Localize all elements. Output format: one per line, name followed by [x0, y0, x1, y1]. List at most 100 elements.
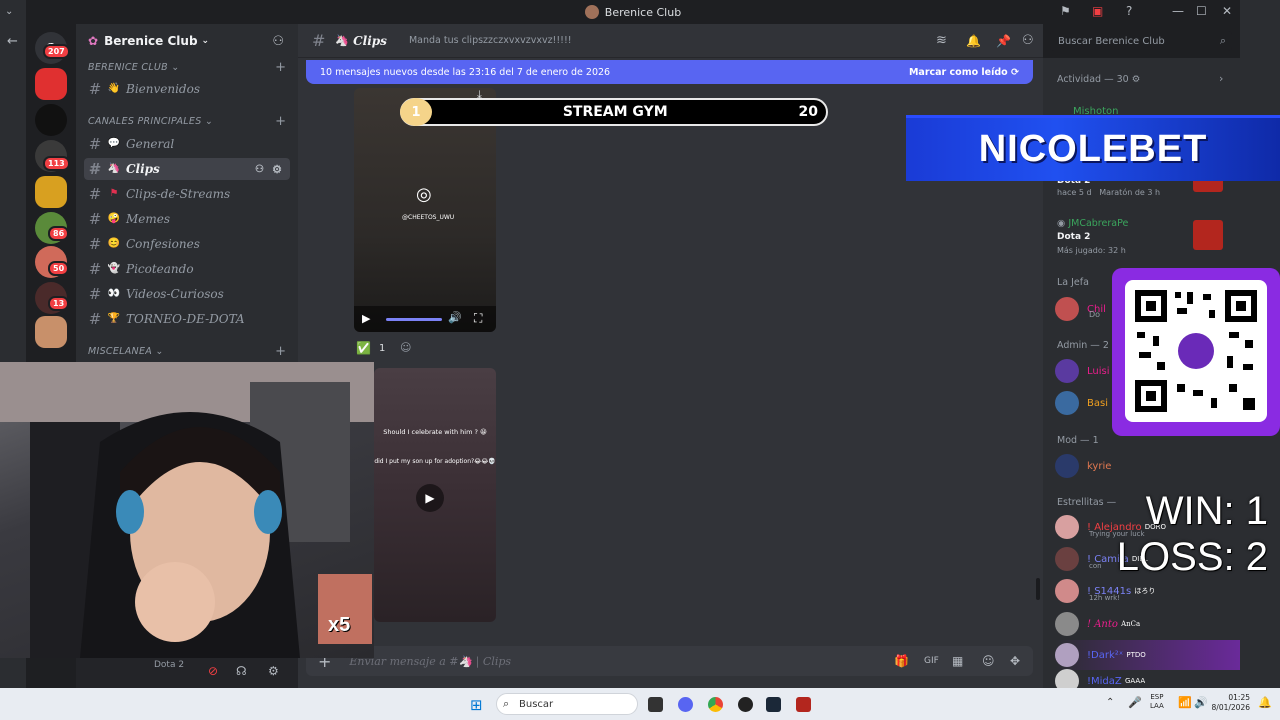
channel-topic[interactable]: Manda tus clipszzczxvxvzvxvz!!!!! [409, 35, 572, 46]
server-badge-50: 50 [48, 261, 70, 276]
help-icon[interactable]: ? [1126, 4, 1132, 18]
dota-taskbar-icon[interactable] [796, 697, 811, 712]
member-admin-2[interactable]: Basi [1055, 388, 1108, 418]
channel-label: Memes [126, 212, 171, 226]
add-reaction-icon[interactable]: ☺ [400, 341, 411, 354]
language-indicator[interactable]: ESP LAA [1150, 693, 1164, 711]
hash-icon: # [88, 160, 102, 178]
member-estrellita-4[interactable]: ! Anto AnCa [1055, 609, 1140, 639]
channel-picoteando[interactable]: # 👻 Picoteando [84, 258, 290, 280]
hash-icon: # [88, 260, 102, 278]
server-badge-86: 86 [48, 226, 70, 241]
server-icon-gold[interactable] [35, 176, 67, 208]
screen-share-icon[interactable]: ▣ [1092, 4, 1103, 18]
channel-clips-de-streams[interactable]: # ⚑ Clips-de-Streams [84, 183, 290, 205]
volume-icon[interactable]: 🔊 [1194, 696, 1208, 709]
gear-icon[interactable]: ⚙ [268, 664, 279, 678]
obs-icon[interactable] [738, 697, 753, 712]
server-icon-berenice[interactable] [35, 316, 67, 348]
flag-icon[interactable]: ⚑ [1060, 4, 1071, 18]
volume-slider[interactable] [386, 318, 442, 321]
channel-torneo-de-dota[interactable]: # 🏆 TORNEO-DE-DOTA [84, 308, 290, 330]
mute-icon[interactable]: ⊘ [208, 664, 218, 678]
gear-icon[interactable]: ⚙ [1132, 74, 1141, 85]
apps-icon[interactable]: ✥ [1010, 654, 1020, 668]
bell-icon[interactable]: 🔔 [966, 34, 981, 48]
server-header[interactable]: ✿ Berenice Club ⌄ ⚇ [76, 24, 298, 58]
member-name: !Dark²ˣ [1087, 649, 1124, 661]
emoji-icon[interactable]: ☺ [982, 654, 995, 668]
stream-gym-left-count: 1 [400, 98, 432, 126]
video-attachment-2[interactable]: Should I celebrate with him ? 😀 did I pu… [374, 368, 496, 622]
threads-icon[interactable]: ≋ [936, 33, 947, 48]
discord-taskbar-icon[interactable] [678, 697, 693, 712]
clock[interactable]: 01:25 8/01/2026 [1210, 693, 1250, 713]
headphones-icon[interactable]: ☊ [236, 664, 247, 678]
taskbar: ⊞ ⌕ Buscar ⌃ 🎤 ESP LAA 📶 🔊 01:25 8/01/20… [0, 688, 1280, 720]
member-mod-kyrie[interactable]: kyrie [1055, 451, 1111, 481]
member-tag: ほろり [1134, 587, 1156, 595]
notification-bell-icon[interactable]: 🔔 [1258, 696, 1272, 709]
maximize-icon[interactable]: ☐ [1196, 4, 1207, 18]
channel-general[interactable]: # 💬 General [84, 133, 290, 155]
channel-clips[interactable]: # 🦄 Clips ⚇ ⚙ [84, 158, 290, 180]
members-icon[interactable]: ⚇ [1022, 33, 1034, 48]
laughing-face-icon: 🤪 [107, 213, 121, 224]
chrome-icon[interactable] [708, 697, 723, 712]
speech-bubble-icon: 💬 [107, 138, 121, 149]
category-miscelanea[interactable]: MISCELANEA ⌄ [88, 346, 164, 357]
reaction-check[interactable]: ✅ 1 [356, 340, 385, 356]
chevron-right-icon[interactable]: › [1219, 72, 1223, 85]
gear-icon[interactable]: ⚙ [272, 163, 282, 176]
scrollbar-thumb[interactable] [1036, 578, 1040, 600]
dota-icon [1193, 220, 1223, 250]
task-view-icon[interactable] [648, 697, 663, 712]
reaction-count: 1 [378, 342, 386, 354]
channel-confesiones[interactable]: # 😊 Confesiones [84, 233, 290, 255]
search-input[interactable]: Buscar Berenice Club ⌕ [1050, 31, 1232, 51]
gif-icon[interactable]: GIF [924, 656, 939, 666]
add-channel-icon[interactable]: + [275, 60, 286, 75]
chevron-up-icon[interactable]: ⌃ [1106, 697, 1114, 708]
new-messages-bar[interactable]: 10 mensajes nuevos desde las 23:16 del 7… [306, 60, 1033, 84]
keyboard-layout: LAA [1150, 702, 1164, 710]
server-icon-red[interactable] [35, 68, 67, 100]
wifi-icon[interactable]: 📶 [1178, 696, 1192, 709]
taskbar-search[interactable]: ⌕ Buscar [496, 693, 638, 715]
minimize-icon[interactable]: — [1172, 4, 1184, 18]
mark-read-button[interactable]: Marcar como leído ⟳ [909, 67, 1019, 78]
stream-gym-overlay: 1 STREAM GYM 20 [400, 98, 828, 126]
channel-memes[interactable]: # 🤪 Memes [84, 208, 290, 230]
play-icon[interactable]: ▶ [416, 484, 444, 512]
pin-icon[interactable]: 📌 [996, 34, 1011, 48]
close-icon[interactable]: ✕ [1222, 4, 1232, 18]
windows-start-icon[interactable]: ⊞ [470, 696, 483, 714]
invite-icon[interactable]: ⚇ [255, 164, 264, 175]
activity-meta-2: Maratón de 3 h [1099, 188, 1161, 197]
channel-videos-curiosos[interactable]: # 👀 Videos-Curiosos [84, 283, 290, 305]
hash-icon: # [88, 210, 102, 228]
add-channel-icon[interactable]: + [275, 344, 286, 359]
microphone-icon[interactable]: 🎤 [1128, 696, 1142, 709]
add-channel-icon[interactable]: + [275, 114, 286, 129]
channel-label: General [126, 137, 175, 151]
steam-icon[interactable] [766, 697, 781, 712]
play-icon[interactable]: ▶ [362, 312, 370, 325]
chevron-down-icon[interactable]: ⌄ [5, 6, 13, 17]
server-badge-113: 113 [43, 156, 70, 171]
server-icon-discord[interactable] [35, 104, 67, 136]
back-arrow-icon[interactable]: ← [7, 34, 18, 49]
volume-icon[interactable]: 🔊 [448, 311, 462, 324]
add-member-icon[interactable]: ⚇ [272, 34, 284, 49]
message-input[interactable]: + Enviar mensaje a #🦄 | Clips 🎁 GIF ▦ ☺ … [306, 646, 1033, 676]
channel-bienvenidos[interactable]: # 👋 Bienvenidos [84, 78, 290, 100]
fullscreen-icon[interactable]: ⛶ [474, 311, 482, 326]
activity-member-jmcabrerape[interactable]: ◉ JMCabreraPe [1057, 218, 1128, 229]
member-jefa[interactable]: Chil [1055, 294, 1106, 324]
category-berenice-club[interactable]: BERENICE CLUB ⌄ [88, 62, 180, 73]
category-canales-principales[interactable]: CANALES PRINCIPALES ⌄ [88, 116, 213, 127]
sticker-icon[interactable]: ▦ [952, 654, 963, 668]
avatar [1055, 612, 1079, 636]
member-admin-1[interactable]: Luisi [1055, 356, 1110, 386]
gift-icon[interactable]: 🎁 [894, 654, 909, 668]
